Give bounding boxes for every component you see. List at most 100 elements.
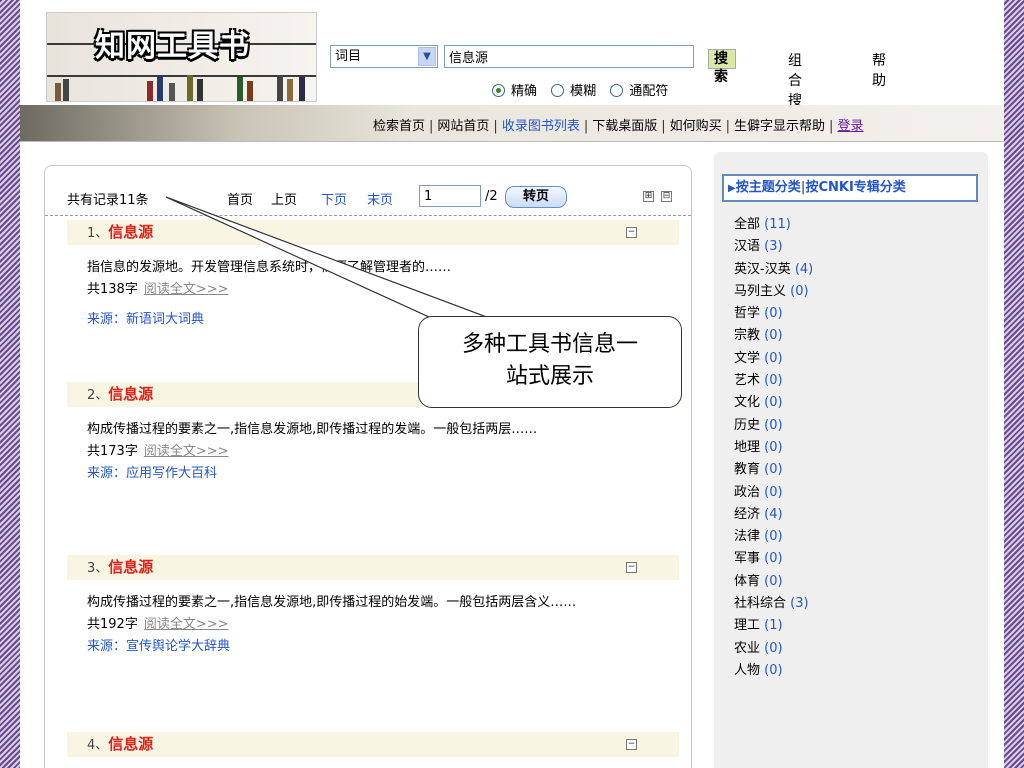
- collapse-all-icon[interactable]: ⊟: [661, 191, 672, 202]
- last-page-link[interactable]: 末页: [367, 189, 393, 208]
- category-count: (0): [764, 395, 783, 411]
- category-count: (0): [764, 573, 783, 589]
- category-name: 英汉-汉英: [734, 261, 791, 277]
- chevron-down-icon[interactable]: ▼: [418, 47, 436, 66]
- match-mode-group: 精确 模糊 通配符: [482, 80, 668, 99]
- nav-bar: 检索首页 | 网站首页 | 收录图书列表 | 下载桌面版 | 如何购买 | 生僻字显示帮助 | 登录: [20, 105, 1004, 142]
- char-count: 共173字: [87, 444, 138, 459]
- radio-exact[interactable]: [492, 84, 505, 97]
- search-input[interactable]: [444, 45, 694, 68]
- result-item: 3、信息源 − 构成传播过程的要素之一,指信息发源地,即传播过程的始发端。一般包括…: [67, 555, 679, 658]
- category-item[interactable]: 理工 (1): [734, 615, 813, 637]
- result-title[interactable]: 信息源: [108, 735, 153, 753]
- category-name: 哲学: [734, 306, 761, 322]
- next-page-link[interactable]: 下页: [321, 189, 347, 208]
- category-tabs: ▶按主题分类|按CNKI专辑分类: [722, 174, 978, 202]
- category-count: (11): [764, 217, 791, 232]
- callout-text-line1: 多种工具书信息一: [461, 332, 638, 357]
- category-name: 全部: [734, 217, 761, 232]
- result-title[interactable]: 信息源: [108, 223, 153, 241]
- expand-all-icon[interactable]: ⊞: [643, 191, 654, 202]
- nav-how-to-buy[interactable]: 如何购买: [667, 119, 725, 134]
- result-title[interactable]: 信息源: [108, 558, 153, 576]
- nav-rare-char-help[interactable]: 生僻字显示帮助: [731, 119, 828, 134]
- category-count: (0): [764, 640, 783, 656]
- category-item[interactable]: 全部 (11): [734, 214, 813, 236]
- char-count: 共138字: [87, 282, 138, 297]
- callout-bubble: 多种工具书信息一 站式展示: [418, 316, 682, 408]
- category-item[interactable]: 地理 (0): [734, 437, 813, 459]
- collapse-icon[interactable]: −: [626, 227, 637, 238]
- category-item[interactable]: 宗教 (0): [734, 325, 813, 347]
- field-select-value: 词目: [335, 49, 362, 64]
- category-name: 政治: [734, 484, 761, 500]
- result-source[interactable]: 来源：宣传舆论学大辞典: [87, 636, 637, 658]
- category-item[interactable]: 经济 (4): [734, 504, 813, 526]
- result-snippet: 构成传播过程的要素之一,指信息发源地,即传播过程的发端。一般包括两层……: [87, 422, 538, 437]
- category-name: 社科综合: [734, 596, 787, 612]
- category-item[interactable]: 农业 (0): [734, 638, 813, 660]
- category-item[interactable]: 汉语 (3): [734, 236, 813, 258]
- category-count: (1): [764, 618, 783, 634]
- help-link[interactable]: 帮助: [872, 50, 886, 90]
- nav-search-home[interactable]: 检索首页: [370, 119, 428, 134]
- result-source[interactable]: 来源：应用写作大百科: [87, 463, 627, 485]
- category-name: 军事: [734, 551, 761, 567]
- category-item[interactable]: 军事 (0): [734, 548, 813, 570]
- category-name: 体育: [734, 573, 761, 589]
- category-item[interactable]: 社科综合 (3): [734, 593, 813, 615]
- goto-page-button[interactable]: 转页: [505, 186, 567, 208]
- category-item[interactable]: 哲学 (0): [734, 303, 813, 325]
- nav-login[interactable]: 登录: [834, 119, 866, 134]
- radio-wildcard-label: 通配符: [629, 84, 669, 99]
- category-item[interactable]: 政治 (0): [734, 482, 813, 504]
- read-more-link[interactable]: 阅读全文>>>: [144, 444, 229, 459]
- category-item[interactable]: 法律 (0): [734, 526, 813, 548]
- first-page-link[interactable]: 首页: [227, 189, 253, 208]
- category-name: 教育: [734, 462, 761, 478]
- category-item[interactable]: 历史 (0): [734, 415, 813, 437]
- category-count: (0): [764, 462, 783, 478]
- category-count: (0): [790, 283, 809, 299]
- page-number-input[interactable]: [419, 185, 481, 207]
- nav-site-home[interactable]: 网站首页: [434, 119, 492, 134]
- category-item[interactable]: 马列主义 (0): [734, 281, 813, 303]
- read-more-link[interactable]: 阅读全文>>>: [144, 617, 229, 632]
- category-count: (0): [764, 306, 783, 322]
- tab-by-cnki[interactable]: 按CNKI专辑分类: [805, 180, 905, 195]
- tab-by-subject[interactable]: 按主题分类: [736, 180, 801, 195]
- category-item[interactable]: 教育 (0): [734, 459, 813, 481]
- category-name: 宗教: [734, 328, 761, 344]
- category-name: 地理: [734, 439, 761, 455]
- radio-wildcard[interactable]: [610, 84, 624, 97]
- category-count: (0): [764, 328, 783, 344]
- category-item[interactable]: 艺术 (0): [734, 370, 813, 392]
- collapse-icon[interactable]: −: [626, 739, 637, 750]
- triangle-right-icon: ▶: [728, 183, 736, 194]
- category-item[interactable]: 体育 (0): [734, 571, 813, 593]
- logo[interactable]: 知网工具书: [46, 12, 317, 102]
- category-item[interactable]: 文化 (0): [734, 392, 813, 414]
- prev-page-link[interactable]: 上页: [271, 189, 297, 208]
- search-button[interactable]: 搜 索: [708, 49, 736, 85]
- read-more-link[interactable]: 阅读全文>>>: [144, 282, 229, 297]
- field-select[interactable]: 词目 ▼: [330, 45, 438, 68]
- category-count: (4): [794, 261, 814, 277]
- result-title[interactable]: 信息源: [108, 385, 153, 403]
- nav-book-list[interactable]: 收录图书列表: [499, 119, 583, 134]
- collapse-icon[interactable]: −: [626, 562, 637, 573]
- category-name: 农业: [734, 640, 761, 656]
- result-item: 1、信息源 − 指信息的发源地。开发管理信息系统时，需要了解管理者的…… 共138…: [67, 220, 679, 331]
- record-count: 共有记录11条: [67, 193, 149, 208]
- result-snippet: 构成传播过程的要素之一,指信息发源地,即传播过程的始发端。一般包括两层含义……: [87, 595, 577, 610]
- nav-download-desktop[interactable]: 下载桌面版: [589, 119, 660, 134]
- category-item[interactable]: 英汉-汉英 (4): [734, 259, 813, 281]
- category-name: 文学: [734, 350, 761, 366]
- category-item[interactable]: 文学 (0): [734, 348, 813, 370]
- category-item[interactable]: 人物 (0): [734, 660, 813, 682]
- radio-fuzzy[interactable]: [551, 84, 565, 97]
- category-count: (0): [764, 439, 783, 455]
- category-count: (0): [764, 373, 783, 389]
- category-count: (0): [764, 662, 783, 678]
- char-count: 共192字: [87, 617, 138, 632]
